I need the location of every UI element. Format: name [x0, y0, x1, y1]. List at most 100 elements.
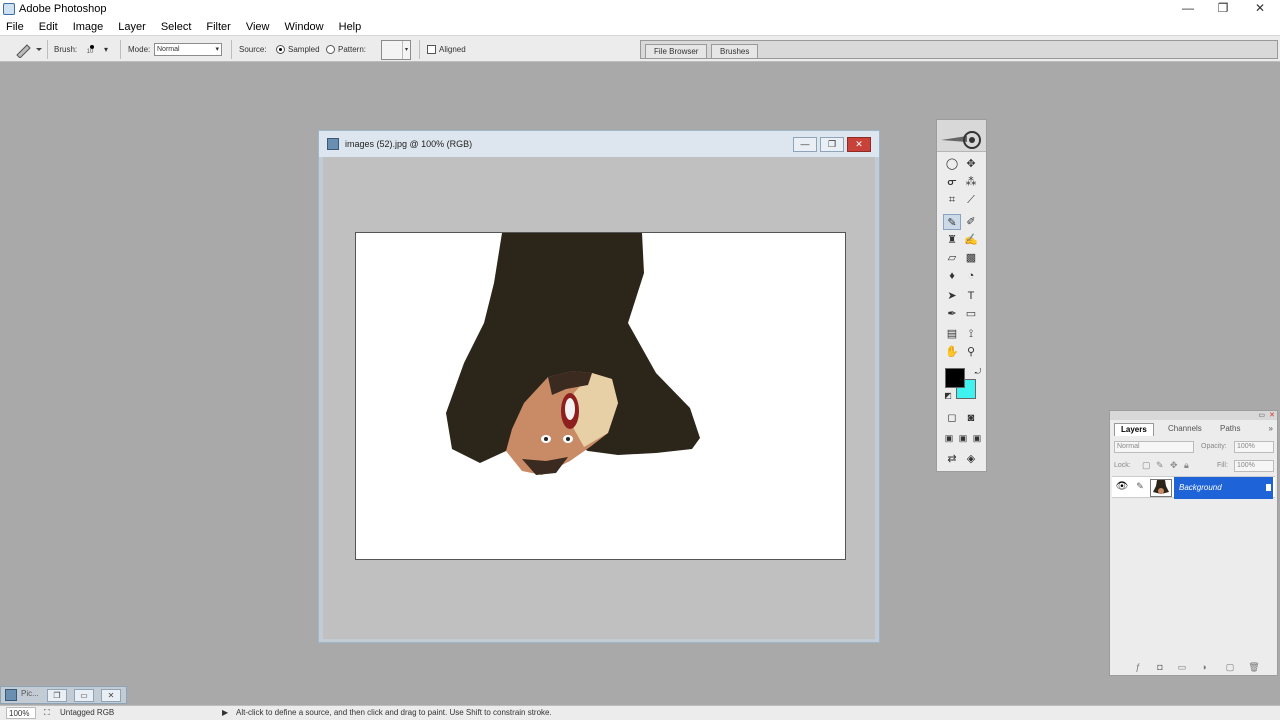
eyedropper-tool-icon[interactable]: ⟟: [962, 326, 980, 342]
notes-tool-icon[interactable]: ▤: [943, 326, 961, 342]
path-selection-tool-icon[interactable]: ➤: [943, 288, 961, 304]
menu-layer[interactable]: Layer: [118, 21, 146, 33]
tab-brushes[interactable]: Brushes: [711, 44, 759, 58]
document-maximize-button[interactable]: ❐: [820, 137, 844, 152]
layer-thumbnail-image: [1153, 480, 1169, 494]
menu-view[interactable]: View: [246, 21, 270, 33]
tab-channels[interactable]: Channels: [1162, 423, 1208, 436]
mode-select-value: Normal: [157, 46, 180, 53]
pattern-picker[interactable]: ▾: [381, 36, 411, 63]
close-window-button[interactable]: ✕: [1242, 0, 1278, 18]
move-tool-icon[interactable]: ✥: [962, 156, 980, 172]
quick-mask-mode-icon[interactable]: ◙: [962, 410, 980, 426]
doc-info-icon: ⛶: [44, 708, 50, 717]
options-divider: [120, 40, 121, 59]
jump-to-imageready-icon[interactable]: ⇄: [943, 451, 961, 467]
fill-label: Fill:: [1217, 462, 1228, 469]
menu-help[interactable]: Help: [339, 21, 362, 33]
new-adjustment-layer-icon[interactable]: ◑: [1198, 661, 1210, 673]
chevron-down-icon: ▾: [215, 46, 219, 53]
crop-tool-icon[interactable]: ⌗: [943, 192, 961, 208]
brush-tool-icon[interactable]: ✐: [962, 214, 980, 230]
document-info[interactable]: Untagged RGB: [60, 706, 114, 720]
canvas-workspace[interactable]: [323, 157, 875, 639]
menu-filter[interactable]: Filter: [206, 21, 230, 33]
trash-icon[interactable]: 🗑︎: [1248, 661, 1260, 673]
lock-transparency-icon[interactable]: ▢: [1142, 460, 1151, 471]
history-brush-tool-icon[interactable]: ✍: [962, 232, 980, 248]
aligned-checkbox[interactable]: Aligned: [427, 36, 466, 63]
tab-paths[interactable]: Paths: [1214, 423, 1246, 436]
blend-mode-select[interactable]: Normal: [1114, 441, 1194, 453]
tool-preset-picker[interactable]: [14, 36, 42, 63]
mode-select[interactable]: Normal ▾: [154, 36, 222, 63]
palette-menu-icon[interactable]: »: [1269, 424, 1273, 433]
chevron-down-icon: ▾: [402, 40, 410, 59]
foreground-color-swatch[interactable]: [945, 368, 965, 388]
zoom-tool-icon[interactable]: ⚲: [962, 344, 980, 360]
layer-name[interactable]: Background: [1174, 477, 1273, 499]
eye-visibility-icon[interactable]: 👁︎: [1115, 481, 1129, 495]
image-canvas[interactable]: [355, 232, 846, 560]
layer-style-icon[interactable]: ƒ: [1132, 661, 1144, 673]
zoom-field[interactable]: 100%: [6, 707, 36, 719]
magic-wand-tool-icon[interactable]: ⁂: [962, 174, 980, 190]
lock-move-icon[interactable]: ✥: [1170, 460, 1178, 471]
clone-stamp-tool-icon[interactable]: ♜: [943, 232, 961, 248]
menu-file[interactable]: File: [6, 21, 24, 33]
document-minimize-button[interactable]: —: [793, 137, 817, 152]
tab-layers[interactable]: Layers: [1114, 423, 1154, 436]
add-mask-icon[interactable]: ◘: [1154, 661, 1166, 673]
eraser-tool-icon[interactable]: ▱: [943, 250, 961, 266]
lock-all-icon[interactable]: 🔒︎: [1184, 460, 1189, 471]
menu-window[interactable]: Window: [285, 21, 324, 33]
document-titlebar[interactable]: images (52).jpg @ 100% (RGB) — ❐ ✕: [319, 131, 879, 157]
close-icon[interactable]: ✕: [101, 689, 121, 702]
brush-picker[interactable]: 10: [86, 36, 94, 63]
healing-brush-tool-icon[interactable]: ✎: [943, 214, 961, 230]
type-tool-icon[interactable]: T: [962, 288, 980, 304]
lock-paint-icon[interactable]: ✎: [1156, 460, 1164, 471]
minimized-document-window[interactable]: Pic... ❐ ▭ ✕: [0, 686, 127, 704]
toolbox-header[interactable]: [937, 120, 986, 152]
default-colors-icon[interactable]: ◩: [939, 388, 957, 404]
source-pattern-radio[interactable]: Pattern:: [326, 36, 366, 63]
menu-image[interactable]: Image: [73, 21, 104, 33]
pattern-label: Pattern:: [338, 45, 367, 54]
layers-palette-titlebar[interactable]: ▭ ✕: [1110, 411, 1277, 420]
swap-colors-icon[interactable]: ⤾: [969, 364, 987, 380]
standard-mode-icon[interactable]: ◻: [943, 410, 961, 426]
dodge-tool-icon[interactable]: ◔: [962, 268, 980, 284]
blur-tool-icon[interactable]: ♦: [943, 268, 961, 284]
brush-dropdown-icon[interactable]: ▾: [104, 36, 108, 63]
shape-tool-icon[interactable]: ▭: [962, 306, 980, 322]
full-screen-mode-icon[interactable]: ▣: [968, 430, 986, 446]
play-arrow-icon[interactable]: ▶: [222, 706, 228, 720]
pen-tool-icon[interactable]: ✒: [943, 306, 961, 322]
new-set-icon[interactable]: ▭: [1176, 661, 1188, 673]
hand-tool-icon[interactable]: ✋: [943, 344, 961, 360]
toolbox-palette: ◯ ✥ ᓂ ⁂ ⌗ ⟋ ✎ ✐ ♜ ✍ ▱ ▩ ♦ ◔ ➤ T ✒ ▭ ▤ ⟟ …: [936, 119, 987, 472]
close-icon[interactable]: ✕: [1269, 411, 1275, 419]
source-sampled-radio[interactable]: Sampled: [276, 36, 320, 63]
document-close-button[interactable]: ✕: [847, 137, 871, 152]
menu-edit[interactable]: Edit: [39, 21, 58, 33]
tab-file-browser[interactable]: File Browser: [645, 44, 708, 58]
menu-select[interactable]: Select: [161, 21, 192, 33]
layer-row[interactable]: 👁︎ ✎ Background: [1112, 476, 1275, 499]
lasso-tool-icon[interactable]: ᓂ: [943, 174, 961, 190]
minimize-icon[interactable]: ▭: [1258, 411, 1265, 419]
marquee-tool-icon[interactable]: ◯: [943, 156, 961, 172]
imageready-icon[interactable]: ◈: [962, 451, 980, 467]
gradient-tool-icon[interactable]: ▩: [962, 250, 980, 266]
maximize-icon[interactable]: ▭: [74, 689, 94, 702]
fill-field[interactable]: 100%: [1234, 460, 1274, 472]
new-layer-icon[interactable]: ▢: [1224, 661, 1236, 673]
document-title: images (52).jpg @ 100% (RGB): [345, 139, 473, 149]
minimize-window-button[interactable]: —: [1170, 0, 1206, 18]
slice-tool-icon[interactable]: ⟋: [962, 192, 980, 208]
upside-down-man-photo: [446, 233, 700, 475]
maximize-window-button[interactable]: ❐: [1205, 0, 1241, 18]
opacity-field[interactable]: 100%: [1234, 441, 1274, 453]
restore-icon[interactable]: ❐: [47, 689, 67, 702]
